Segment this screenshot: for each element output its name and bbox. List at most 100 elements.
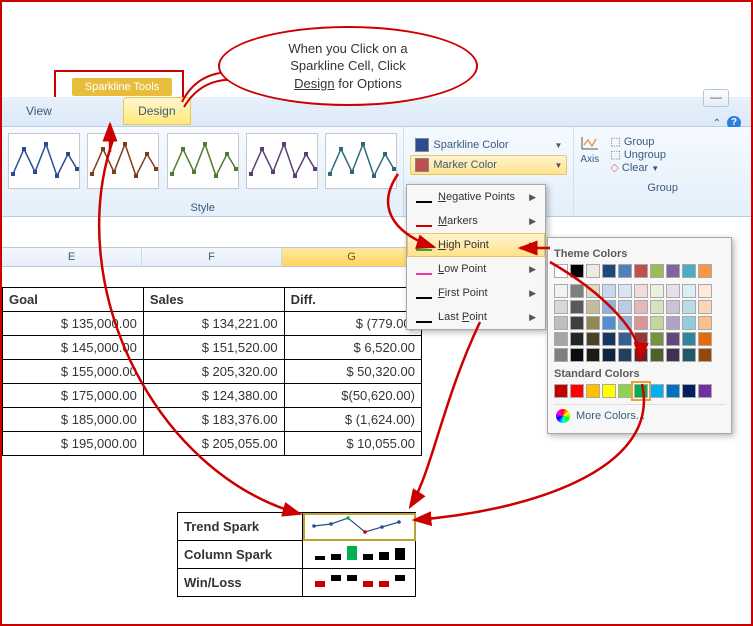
color-swatch[interactable]	[602, 264, 616, 278]
color-swatch[interactable]	[618, 332, 632, 346]
color-swatch[interactable]	[618, 348, 632, 362]
color-swatch[interactable]	[650, 384, 664, 398]
color-swatch[interactable]	[554, 284, 568, 298]
table-row[interactable]: $ 185,000.00$ 183,376.00$ (1,624.00)	[3, 408, 422, 432]
style-preview[interactable]	[325, 133, 397, 189]
tab-design[interactable]: Design	[123, 97, 190, 125]
style-preview[interactable]	[87, 133, 159, 189]
color-swatch[interactable]	[650, 300, 664, 314]
window-minimize-button[interactable]: —	[703, 89, 729, 107]
color-swatch[interactable]	[570, 384, 584, 398]
color-swatch[interactable]	[602, 348, 616, 362]
color-swatch[interactable]	[666, 264, 680, 278]
style-preview[interactable]	[167, 133, 239, 189]
color-swatch[interactable]	[586, 384, 600, 398]
color-swatch[interactable]	[634, 264, 648, 278]
color-swatch[interactable]	[666, 284, 680, 298]
table-row[interactable]: $ 135,000.00$ 134,221.00$ (779.00)	[3, 312, 422, 336]
table-cell[interactable]: $ 145,000.00	[3, 336, 144, 360]
color-swatch[interactable]	[650, 348, 664, 362]
color-swatch[interactable]	[602, 300, 616, 314]
color-swatch[interactable]	[618, 264, 632, 278]
color-swatch[interactable]	[586, 332, 600, 346]
data-table[interactable]: GoalSalesDiff.$ 135,000.00$ 134,221.00$ …	[2, 287, 422, 456]
color-swatch[interactable]	[618, 316, 632, 330]
color-swatch[interactable]	[698, 264, 712, 278]
color-swatch[interactable]	[618, 300, 632, 314]
tab-view[interactable]: View	[12, 98, 66, 124]
marker-menu-item[interactable]: Negative Points▶	[407, 185, 545, 209]
marker-menu-item[interactable]: First Point▶	[407, 281, 545, 305]
color-swatch[interactable]	[682, 284, 696, 298]
color-swatch[interactable]	[602, 332, 616, 346]
table-row[interactable]: $ 175,000.00$ 124,380.00$(50,620.00)	[3, 384, 422, 408]
sparkline-summary-table[interactable]: Trend Spark Column Spark Win/Loss	[177, 512, 416, 597]
color-swatch[interactable]	[586, 316, 600, 330]
table-cell[interactable]: $ 205,320.00	[143, 360, 284, 384]
marker-menu-item[interactable]: Last Point▶	[407, 305, 545, 329]
style-preview[interactable]	[8, 133, 80, 189]
column-header[interactable]: F	[142, 248, 282, 266]
color-swatch[interactable]	[682, 316, 696, 330]
table-cell[interactable]: $ (1,624.00)	[284, 408, 421, 432]
color-swatch[interactable]	[602, 384, 616, 398]
color-swatch[interactable]	[682, 348, 696, 362]
clear-button[interactable]: ◇ Clear ▼	[610, 161, 666, 174]
color-swatch[interactable]	[554, 316, 568, 330]
table-cell[interactable]: $ 50,320.00	[284, 360, 421, 384]
axis-button[interactable]: Axis	[580, 135, 600, 174]
color-swatch[interactable]	[634, 332, 648, 346]
color-swatch[interactable]	[698, 348, 712, 362]
color-swatch[interactable]	[698, 300, 712, 314]
table-cell[interactable]: $ 175,000.00	[3, 384, 144, 408]
table-cell[interactable]: $ 205,055.00	[143, 432, 284, 456]
table-cell[interactable]: $ 135,000.00	[3, 312, 144, 336]
table-cell[interactable]: $ 10,055.00	[284, 432, 421, 456]
marker-color-dropdown[interactable]: Marker Color ▼	[410, 155, 567, 175]
color-swatch[interactable]	[650, 316, 664, 330]
color-swatch[interactable]	[570, 284, 584, 298]
color-swatch[interactable]	[554, 300, 568, 314]
color-swatch[interactable]	[554, 384, 568, 398]
color-swatch[interactable]	[650, 332, 664, 346]
table-cell[interactable]: $ 124,380.00	[143, 384, 284, 408]
color-swatch[interactable]	[634, 384, 648, 398]
table-cell[interactable]: $ 183,376.00	[143, 408, 284, 432]
trend-spark-cell[interactable]	[303, 513, 416, 541]
style-gallery[interactable]	[2, 127, 403, 195]
color-swatch[interactable]	[554, 348, 568, 362]
color-swatch[interactable]	[570, 348, 584, 362]
color-swatch[interactable]	[682, 384, 696, 398]
color-swatch[interactable]	[586, 264, 600, 278]
table-cell[interactable]: $ 6,520.00	[284, 336, 421, 360]
table-cell[interactable]: $ 134,221.00	[143, 312, 284, 336]
marker-menu-item[interactable]: Markers▶	[407, 209, 545, 233]
color-swatch[interactable]	[698, 384, 712, 398]
more-colors-button[interactable]: More Colors...	[554, 404, 725, 427]
color-swatch[interactable]	[698, 316, 712, 330]
color-swatch[interactable]	[666, 300, 680, 314]
ungroup-button[interactable]: ⬚ Ungroup	[610, 148, 666, 161]
color-swatch[interactable]	[650, 264, 664, 278]
column-spark-cell[interactable]	[303, 541, 416, 569]
table-row[interactable]: $ 155,000.00$ 205,320.00$ 50,320.00	[3, 360, 422, 384]
color-swatch[interactable]	[650, 284, 664, 298]
table-cell[interactable]: $ 155,000.00	[3, 360, 144, 384]
color-swatch[interactable]	[586, 284, 600, 298]
color-swatch[interactable]	[698, 284, 712, 298]
color-swatch[interactable]	[570, 332, 584, 346]
table-cell[interactable]: $ 195,000.00	[3, 432, 144, 456]
table-cell[interactable]: $(50,620.00)	[284, 384, 421, 408]
color-swatch[interactable]	[634, 348, 648, 362]
color-swatch[interactable]	[666, 316, 680, 330]
marker-menu-item[interactable]: High Point▶	[407, 233, 545, 257]
column-header[interactable]: E	[2, 248, 142, 266]
table-row[interactable]: $ 195,000.00$ 205,055.00$ 10,055.00	[3, 432, 422, 456]
color-swatch[interactable]	[570, 300, 584, 314]
table-cell[interactable]: $ 185,000.00	[3, 408, 144, 432]
color-swatch[interactable]	[634, 300, 648, 314]
color-swatch[interactable]	[570, 264, 584, 278]
color-swatch[interactable]	[554, 332, 568, 346]
color-swatch[interactable]	[666, 384, 680, 398]
style-preview[interactable]	[246, 133, 318, 189]
